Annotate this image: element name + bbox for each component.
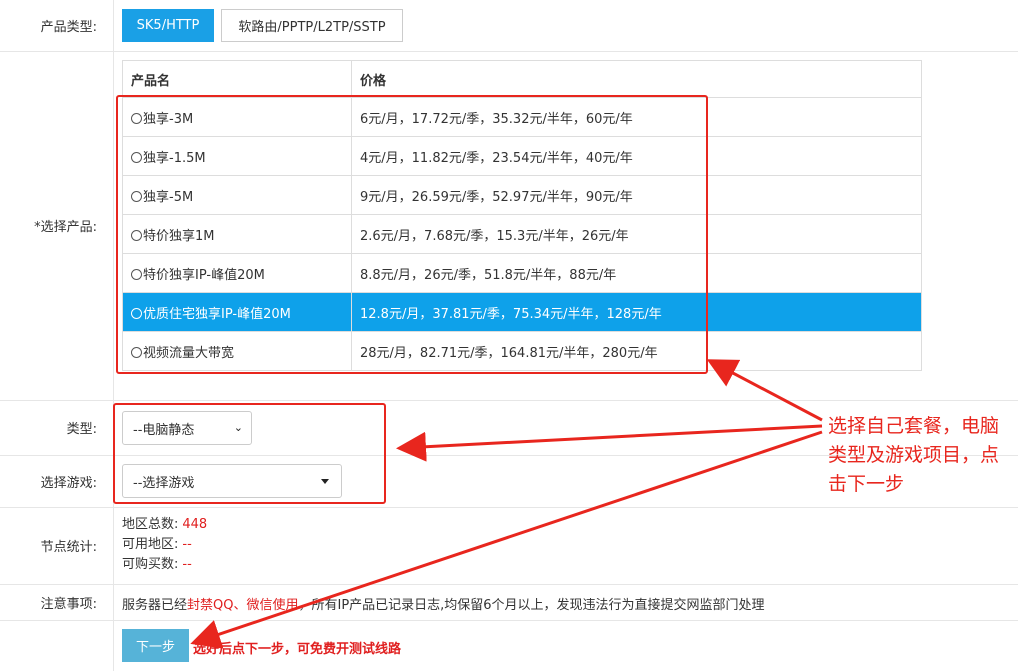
annotation-box-selects (113, 403, 386, 504)
stat-purchasable-value: -- (182, 557, 192, 572)
next-hint: 选好后点下一步，可免费开测试线路 (193, 642, 402, 657)
stat-total-value: 448 (182, 517, 208, 532)
column-header-price: 价格 (351, 60, 922, 98)
stat-total-regions: 地区总数: 448 (122, 517, 208, 532)
product-type-label: 产品类型: (0, 0, 114, 51)
node-stats: 地区总数: 448 可用地区: -- 可购买数: -- (122, 515, 207, 575)
notice-label: 注意事项: (0, 584, 114, 620)
notice-text: 服务器已经封禁QQ、微信使用，所有IP产品已记录日志,均保留6个月以上，发现违法… (122, 598, 765, 613)
type-option-router[interactable]: 软路由/PPTP/L2TP/SSTP (221, 9, 403, 42)
next-button[interactable]: 下一步 (122, 629, 189, 662)
table-header-row: 产品名 价格 (122, 60, 922, 98)
column-header-name: 产品名 (122, 60, 352, 98)
game-label: 选择游戏: (0, 455, 114, 507)
stat-purchasable: 可购买数: -- (122, 557, 192, 572)
next-row-label-cell (0, 620, 114, 671)
select-product-label: *选择产品: (0, 51, 114, 400)
annotation-box-products (116, 95, 708, 374)
stat-available-regions: 可用地区: -- (122, 537, 192, 552)
type-label: 类型: (0, 400, 114, 455)
type-option-sk5-http[interactable]: SK5/HTTP (122, 9, 214, 42)
node-stats-label: 节点统计: (0, 507, 114, 584)
stat-available-value: -- (182, 537, 192, 552)
notice-highlight: 封禁QQ、微信使用 (187, 598, 299, 613)
annotation-text: 选择自己套餐，电脑类型及游戏项目，点击下一步 (828, 415, 1000, 495)
